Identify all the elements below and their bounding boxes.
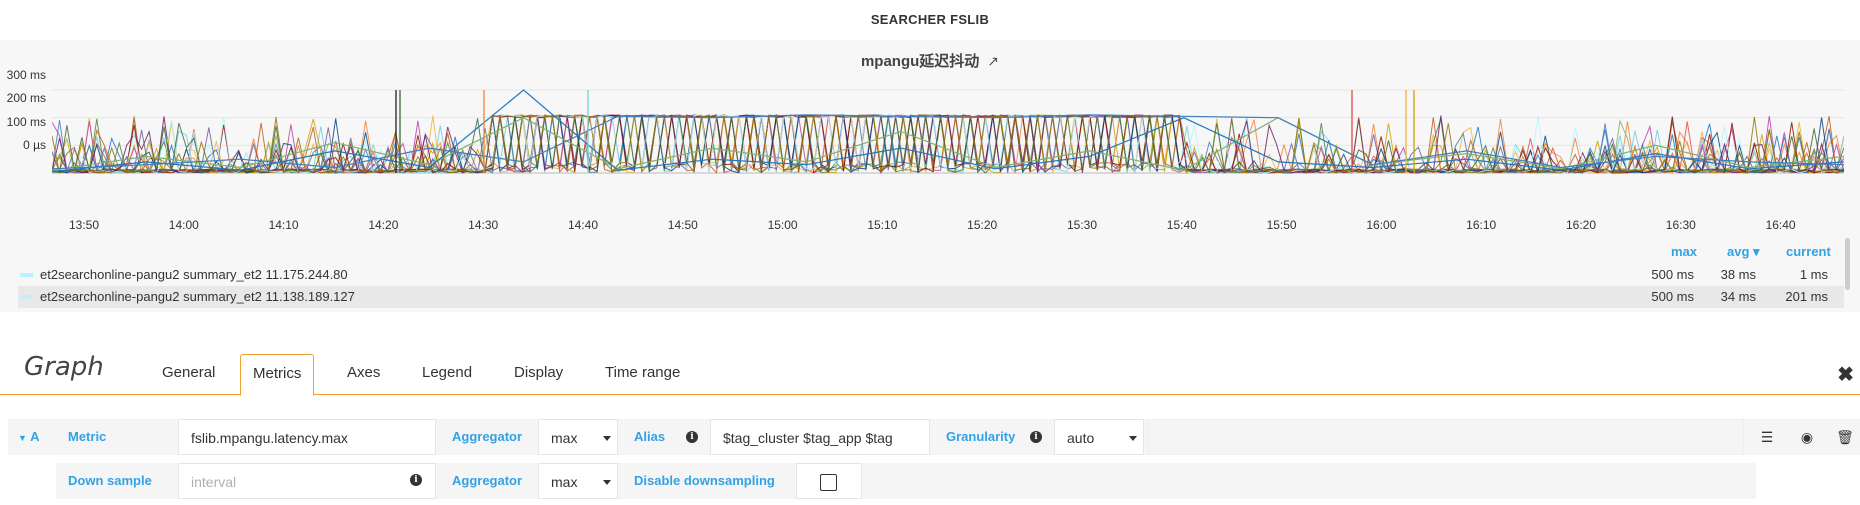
granularity-select[interactable]: auto — [1054, 419, 1144, 455]
graph-panel: mpangu延迟抖动 ↗ 300 ms 200 ms 100 ms 0 µs 13… — [0, 40, 1860, 312]
legend-avg: 34 ms — [1720, 289, 1756, 304]
series-line — [52, 114, 1844, 174]
menu-icon[interactable]: ☰ — [1752, 419, 1782, 455]
editor-title: Graph — [24, 352, 104, 382]
series-line — [52, 114, 1844, 174]
granularity-select-value: auto — [1067, 430, 1095, 446]
downsample-interval-input[interactable]: interval — [178, 463, 436, 499]
series-line — [52, 114, 1844, 174]
aggregator-select-value: max — [551, 430, 578, 446]
aggregator-label: Aggregator — [440, 419, 540, 455]
series-line — [52, 114, 1844, 174]
series-line — [52, 114, 1844, 174]
legend-current: 1 ms — [1799, 267, 1828, 282]
tab-axes[interactable]: Axes — [335, 354, 392, 392]
legend-row[interactable]: et2searchonline-pangu2 summary_et2 11.13… — [18, 286, 1844, 308]
downsample-label: Down sample — [56, 463, 184, 499]
series-line — [52, 114, 1844, 174]
series-line — [52, 114, 1844, 174]
metric-label: Metric — [56, 419, 184, 455]
query-ref-toggle[interactable]: ▼ A — [8, 419, 52, 455]
query-row-filler — [1148, 419, 1744, 455]
legend-avg: 38 ms — [1720, 267, 1756, 282]
eye-icon[interactable]: ◉ — [1792, 419, 1822, 455]
series-line — [52, 114, 1844, 174]
series-line — [52, 114, 1844, 174]
close-icon[interactable]: ✖ — [1837, 362, 1854, 387]
series-line — [52, 89, 1844, 173]
legend-series-name[interactable]: et2searchonline-pangu2 summary_et2 11.13… — [40, 286, 355, 308]
alias-info-icon[interactable]: i — [686, 431, 698, 443]
alias-input[interactable]: $tag_cluster $tag_app $tag — [710, 419, 930, 455]
chevron-down-icon — [603, 480, 611, 485]
tab-display[interactable]: Display — [502, 354, 575, 392]
panel-editor: Graph General Metrics Axes Legend Displa… — [0, 312, 1860, 505]
metric-input[interactable]: fslib.mpangu.latency.max — [178, 419, 436, 455]
disable-downsampling-cell — [796, 463, 862, 499]
query-ref: A — [30, 429, 40, 444]
downsample-info-icon[interactable]: i — [410, 474, 422, 486]
series-line — [52, 114, 1844, 174]
series-line — [52, 114, 1844, 170]
legend-series-name[interactable]: et2searchonline-pangu2 summary_et2 11.17… — [40, 264, 348, 286]
legend-swatch[interactable] — [20, 295, 33, 299]
trash-icon[interactable]: 🗑 — [1830, 419, 1860, 455]
tab-general[interactable]: General — [150, 354, 227, 392]
disable-downsampling-checkbox[interactable] — [820, 474, 837, 491]
legend-row[interactable]: et2searchonline-pangu2 summary_et2 11.17… — [18, 264, 1844, 286]
legend-swatch[interactable] — [20, 273, 33, 277]
chevron-down-icon — [603, 436, 611, 441]
dashboard-title: SEARCHER FSLIB — [870, 12, 990, 27]
latency-line-chart — [52, 89, 1844, 174]
downsample-aggregator-label: Aggregator — [440, 463, 540, 499]
series-line — [52, 114, 1844, 174]
legend-current: 201 ms — [1785, 289, 1828, 304]
series-line — [52, 114, 1844, 174]
series-line — [52, 114, 1844, 174]
chevron-down-icon — [1129, 436, 1137, 441]
granularity-info-icon[interactable]: i — [1030, 431, 1042, 443]
tab-metrics[interactable]: Metrics — [240, 354, 315, 396]
downsample-aggregator-select[interactable]: max — [538, 463, 618, 499]
query-row-a: ▼ A Metric fslib.mpangu.latency.max Aggr… — [8, 419, 1860, 457]
tab-legend[interactable]: Legend — [410, 354, 484, 392]
legend-max: 500 ms — [1651, 267, 1694, 282]
tab-time-range[interactable]: Time range — [593, 354, 692, 392]
series-line — [52, 114, 1844, 174]
series-line — [52, 114, 1844, 174]
series-line — [52, 114, 1844, 174]
downsample-aggregator-value: max — [551, 474, 578, 490]
query-row-a-downsample: Down sample interval i Aggregator max Di… — [8, 463, 1860, 501]
legend-scrollbar[interactable] — [1845, 238, 1850, 290]
aggregator-select[interactable]: max — [538, 419, 618, 455]
disable-downsampling-label: Disable downsampling — [622, 463, 802, 499]
series-line — [52, 114, 1844, 174]
series-line — [52, 114, 1844, 174]
legend-max: 500 ms — [1651, 289, 1694, 304]
